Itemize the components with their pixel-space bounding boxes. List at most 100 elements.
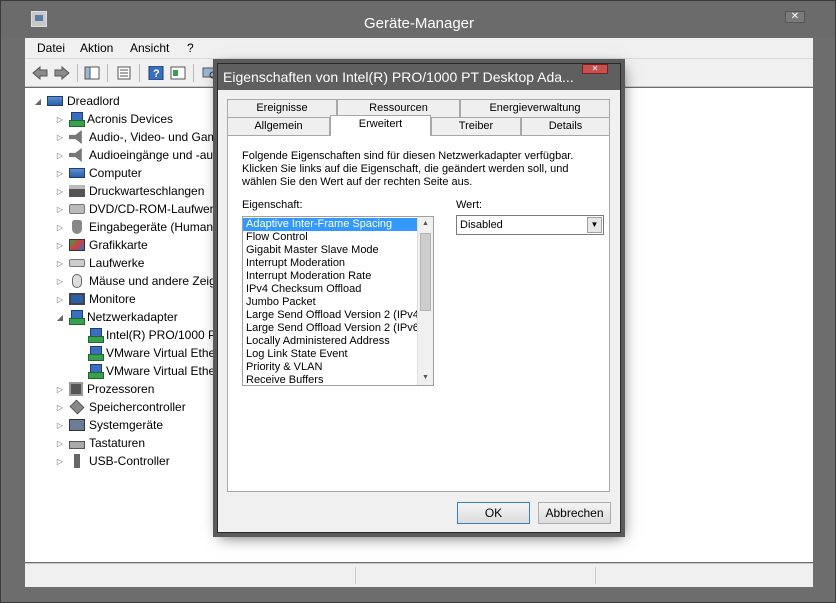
properties-icon [117, 66, 131, 80]
menu-datei[interactable]: Datei [37, 41, 65, 55]
property-item[interactable]: Large Send Offload Version 2 (IPv6) [243, 322, 423, 335]
main-titlebar[interactable]: Geräte-Manager ✕ [1, 1, 835, 37]
advanced-tab-panel: Folgende Eigenschaften sind für diesen N… [227, 135, 610, 492]
main-close-button[interactable]: ✕ [785, 11, 805, 23]
tree-item-storage-controllers[interactable]: ▷ Speichercontroller [55, 398, 186, 416]
property-item[interactable]: IPv4 Checksum Offload [243, 283, 417, 296]
tree-item-drives[interactable]: ▷ Laufwerke [55, 254, 144, 272]
tree-item-processors[interactable]: ▷ Prozessoren [55, 380, 154, 398]
view-button[interactable] [169, 65, 187, 81]
scrollbar-thumb[interactable] [420, 233, 431, 311]
tree-item-vmware-ethernet-2[interactable]: VMware Virtual Ether [84, 362, 219, 380]
dropdown-arrow-icon[interactable]: ▼ [587, 217, 602, 233]
menubar: Datei Aktion Ansicht ? [25, 38, 813, 59]
expand-arrow-icon[interactable]: ▷ [55, 385, 65, 394]
menu-aktion[interactable]: Aktion [80, 41, 113, 55]
tree-item-print-queues[interactable]: ▷ Druckwarteschlangen [55, 182, 204, 200]
tree-item-label: Computer [89, 166, 142, 180]
help-button[interactable]: ? [147, 65, 165, 81]
expand-arrow-icon[interactable]: ▷ [55, 421, 65, 430]
property-item[interactable]: Flow Control [243, 231, 417, 244]
tree-item-intel-pro-1000[interactable]: Intel(R) PRO/1000 PT [84, 326, 223, 344]
properties-button[interactable] [115, 65, 133, 81]
scroll-up-arrow-icon[interactable]: ▲ [418, 217, 433, 231]
dialog-close-button[interactable]: ✕ [582, 64, 608, 74]
tree-root-dreadlord[interactable]: ◢ Dreadlord [33, 92, 120, 110]
tab-ereignisse[interactable]: Ereignisse [227, 99, 337, 118]
back-button[interactable] [31, 65, 49, 81]
tree-item-label: Acronis Devices [87, 112, 174, 126]
tab-energieverwaltung[interactable]: Energieverwaltung [460, 99, 610, 118]
property-item[interactable]: Interrupt Moderation [243, 257, 417, 270]
forward-button[interactable] [53, 65, 71, 81]
expand-arrow-icon[interactable]: ▷ [55, 241, 65, 250]
expand-arrow-icon[interactable]: ▷ [55, 169, 65, 178]
tree-item-audio-inputs[interactable]: ▷ Audioeingänge und -au [55, 146, 213, 164]
view-icon [170, 66, 186, 80]
expand-arrow-icon[interactable]: ▷ [55, 457, 65, 466]
expand-arrow-icon[interactable]: ▷ [55, 151, 65, 160]
tree-item-system-devices[interactable]: ▷ Systemgeräte [55, 416, 163, 434]
expand-arrow-icon[interactable]: ▷ [55, 223, 65, 232]
expand-arrow-icon[interactable]: ▷ [55, 403, 65, 412]
tree-item-mice[interactable]: ▷ Mäuse und andere Zeige [55, 272, 222, 290]
property-item[interactable]: Priority & VLAN [243, 361, 417, 374]
property-item[interactable]: Gigabit Master Slave Mode [243, 244, 417, 257]
cpu-icon [69, 382, 83, 396]
value-dropdown[interactable]: Disabled ▼ [456, 215, 604, 235]
tree-item-network-adapters[interactable]: ◢ Netzwerkadapter [55, 308, 178, 326]
property-item-selected[interactable]: Adaptive Inter-Frame Spacing [243, 218, 417, 231]
property-item[interactable]: Interrupt Moderation Rate [243, 270, 417, 283]
tree-item-audio-video[interactable]: ▷ Audio-, Video- und Gam [55, 128, 218, 146]
tree-item-acronis-devices[interactable]: ▷ Acronis Devices [55, 110, 173, 128]
expand-arrow-icon[interactable]: ▷ [55, 277, 65, 286]
ok-button[interactable]: OK [457, 502, 530, 524]
printer-icon [69, 185, 85, 197]
expand-arrow-icon[interactable]: ▷ [55, 439, 65, 448]
menu-ansicht[interactable]: Ansicht [130, 41, 169, 55]
property-item[interactable]: Large Send Offload Version 2 (IPv4) [243, 309, 423, 322]
tab-treiber[interactable]: Treiber [431, 117, 521, 136]
scroll-down-arrow-icon[interactable]: ▼ [418, 371, 433, 385]
property-item[interactable]: Locally Administered Address [243, 335, 417, 348]
collapse-arrow-icon[interactable]: ◢ [33, 97, 43, 106]
expand-arrow-icon[interactable]: ▷ [55, 205, 65, 214]
property-list-scrollbar[interactable]: ▲ ▼ [417, 217, 433, 385]
show-hide-tree-button[interactable] [83, 65, 101, 81]
tab-allgemein[interactable]: Allgemein [227, 117, 330, 136]
property-item[interactable]: Jumbo Packet [243, 296, 417, 309]
cancel-button[interactable]: Abbrechen [538, 502, 611, 524]
property-list[interactable]: Adaptive Inter-Frame Spacing Flow Contro… [242, 216, 434, 386]
expand-arrow-icon[interactable]: ▷ [55, 115, 65, 124]
tree-item-keyboards[interactable]: ▷ Tastaturen [55, 434, 145, 452]
collapse-arrow-icon[interactable]: ◢ [55, 313, 65, 322]
tree-item-label: VMware Virtual Ether [106, 364, 220, 378]
console-tree-icon [84, 66, 100, 80]
tree-item-label: Monitore [89, 292, 136, 306]
tree-item-label: Systemgeräte [89, 418, 164, 432]
tree-item-computer[interactable]: ▷ Computer [55, 164, 142, 182]
tree-item-vmware-ethernet-1[interactable]: VMware Virtual Ether [84, 344, 219, 362]
property-item[interactable]: Log Link State Event [243, 348, 417, 361]
computer-icon [69, 168, 85, 178]
speaker-icon [69, 148, 82, 162]
tree-item-graphics-card[interactable]: ▷ Grafikkarte [55, 236, 148, 254]
tab-details[interactable]: Details [521, 117, 610, 136]
tree-item-dvd-cd-rom[interactable]: ▷ DVD/CD-ROM-Laufwerk [55, 200, 220, 218]
tab-erweitert[interactable]: Erweitert [330, 115, 431, 136]
tree-item-label: USB-Controller [89, 454, 170, 468]
tree-item-input-devices[interactable]: ▷ Eingabegeräte (Human In [55, 218, 226, 236]
property-item[interactable]: Receive Buffers [243, 374, 417, 385]
expand-arrow-icon[interactable]: ▷ [55, 295, 65, 304]
svg-text:?: ? [153, 68, 160, 80]
tree-item-monitors[interactable]: ▷ Monitore [55, 290, 136, 308]
dialog-titlebar[interactable]: Eigenschaften von Intel(R) PRO/1000 PT D… [218, 64, 620, 90]
menu-help[interactable]: ? [187, 41, 194, 55]
expand-arrow-icon[interactable]: ▷ [55, 259, 65, 268]
tree-item-usb-controllers[interactable]: ▷ USB-Controller [55, 452, 170, 470]
speaker-icon [69, 130, 82, 144]
tree-item-label: Druckwarteschlangen [89, 184, 205, 198]
expand-arrow-icon[interactable]: ▷ [55, 187, 65, 196]
drive-icon [69, 259, 85, 267]
expand-arrow-icon[interactable]: ▷ [55, 133, 65, 142]
